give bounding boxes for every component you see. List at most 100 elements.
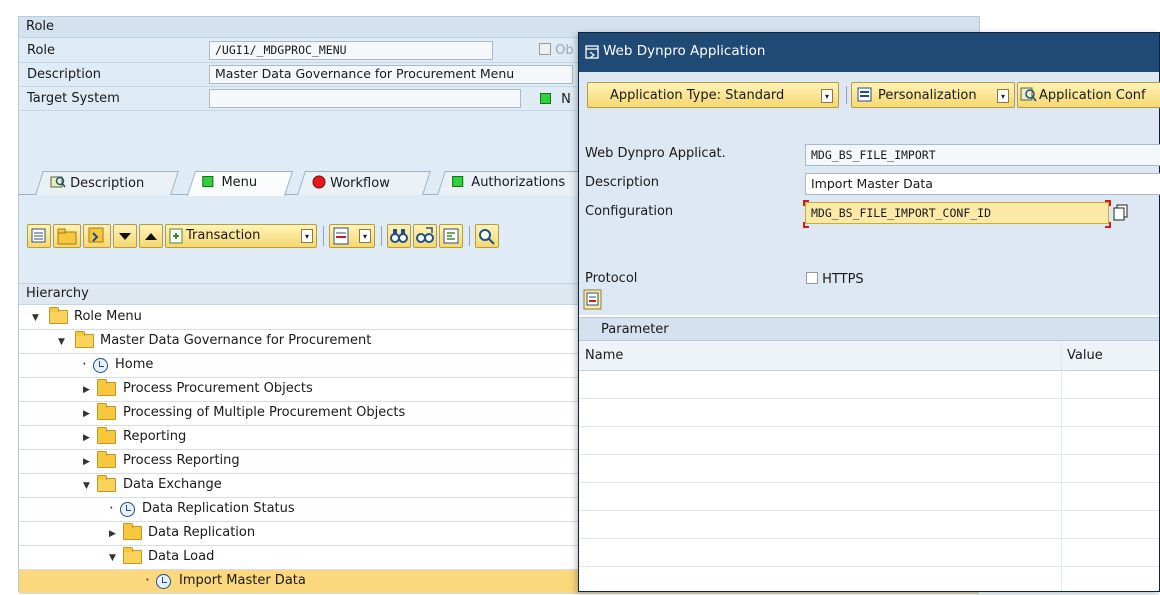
- collapsed-arrow-icon[interactable]: ▶: [83, 457, 90, 467]
- expanded-arrow-icon[interactable]: ▼: [109, 553, 116, 563]
- folder-icon: [97, 427, 116, 444]
- tree-node-label: Role Menu: [74, 309, 142, 324]
- magnifier-icon: [479, 229, 495, 245]
- application-clock-icon: [120, 502, 135, 517]
- tab-description[interactable]: Description: [35, 171, 179, 195]
- new-folder-button[interactable]: [53, 224, 81, 248]
- tree-node-label: Processing of Multiple Procurement Objec…: [123, 405, 406, 420]
- application-configuration-button[interactable]: Application Conf: [1017, 82, 1160, 108]
- table-row[interactable]: [579, 455, 1159, 483]
- tab-workflow[interactable]: Workflow: [297, 171, 431, 195]
- table-row[interactable]: [579, 483, 1159, 511]
- application-label: Web Dynpro Applicat.: [585, 146, 726, 161]
- personalization-dropdown-icon[interactable]: ▾: [997, 89, 1009, 103]
- find-next-icon: [416, 227, 434, 243]
- toolbar-separator: [381, 226, 382, 246]
- tab-menu-label: Menu: [221, 175, 258, 190]
- table-row[interactable]: [579, 371, 1159, 399]
- move-up-button[interactable]: [139, 224, 163, 248]
- table-row[interactable]: [579, 539, 1159, 567]
- tree-node-label: Data Load: [148, 549, 215, 564]
- table-row[interactable]: [579, 511, 1159, 539]
- triangle-down-icon: [119, 233, 131, 240]
- table-row[interactable]: [579, 567, 1159, 595]
- collapsed-arrow-icon[interactable]: ▶: [83, 409, 90, 419]
- value-column-header[interactable]: Value: [1067, 348, 1103, 363]
- personalization-button[interactable]: Personalization ▾: [851, 82, 1015, 108]
- leaf-bullet-icon: ·: [82, 355, 87, 373]
- table-row[interactable]: [579, 427, 1159, 455]
- configuration-field[interactable]: MDG_BS_FILE_IMPORT_CONF_ID: [805, 202, 1109, 224]
- dialog-description-field[interactable]: Import Master Data: [805, 173, 1160, 195]
- red-status-icon: [312, 175, 326, 189]
- collapsed-arrow-icon[interactable]: ▶: [83, 433, 90, 443]
- tree-settings-button[interactable]: [27, 224, 51, 248]
- tree-node-label: Data Replication: [148, 525, 256, 540]
- application-configuration-label: Application Conf: [1039, 88, 1146, 103]
- dialog-titlebar[interactable]: Web Dynpro Application: [579, 33, 1159, 72]
- copy-configuration-icon[interactable]: [1113, 204, 1128, 221]
- open-folder-icon: [49, 307, 68, 324]
- tree-node-label: Data Exchange: [123, 477, 222, 492]
- expanded-arrow-icon[interactable]: ▼: [32, 313, 39, 323]
- tab-authorizations[interactable]: Authorizations: [437, 171, 595, 195]
- parameter-column-headers: Name Value: [579, 341, 1159, 371]
- toolbar-separator: [469, 226, 470, 246]
- copy-folder-icon: [88, 227, 104, 243]
- tree-node-label: Master Data Governance for Procurement: [100, 333, 372, 348]
- name-column-header[interactable]: Name: [585, 348, 623, 363]
- toolbar-separator: [846, 86, 847, 104]
- required-marker: [1105, 222, 1111, 228]
- tree-node-label: Process Procurement Objects: [123, 381, 313, 396]
- collapsed-arrow-icon[interactable]: ▶: [109, 529, 116, 539]
- role-label: Role: [27, 43, 56, 58]
- application-type-button[interactable]: Application Type: Standard ▾: [587, 82, 839, 108]
- expand-subtree-icon: [443, 228, 459, 244]
- expanded-arrow-icon[interactable]: ▼: [58, 337, 65, 347]
- personalization-label: Personalization: [878, 88, 977, 103]
- dialog-description-row: Description Import Master Data: [579, 171, 1160, 195]
- expanded-arrow-icon[interactable]: ▼: [83, 481, 90, 491]
- green-status-icon: [540, 93, 551, 104]
- obsolete-checkbox-box[interactable]: [539, 43, 551, 55]
- status-indicator: N: [540, 92, 571, 107]
- binoculars-icon: [390, 229, 408, 243]
- delete-row-icon[interactable]: [583, 289, 603, 311]
- other-view-button[interactable]: [475, 224, 499, 248]
- collapsed-arrow-icon[interactable]: ▶: [83, 385, 90, 395]
- folder-icon: [97, 379, 116, 396]
- application-field[interactable]: MDG_BS_FILE_IMPORT: [805, 144, 1160, 166]
- tab-workflow-label: Workflow: [330, 176, 390, 191]
- transaction-button-label: Transaction: [186, 228, 261, 243]
- obsolete-checkbox-label: Ob: [555, 43, 574, 58]
- delete-node-button[interactable]: ▾: [329, 224, 375, 248]
- delete-dropdown-icon[interactable]: ▾: [359, 229, 371, 243]
- find-next-button[interactable]: [413, 224, 437, 248]
- description-field[interactable]: Master Data Governance for Procurement M…: [209, 65, 573, 84]
- description-icon: [50, 176, 66, 188]
- copy-menu-button[interactable]: [83, 224, 111, 248]
- table-row[interactable]: [579, 399, 1159, 427]
- move-down-button[interactable]: [113, 224, 137, 248]
- open-folder-icon: [123, 547, 142, 564]
- obsolete-checkbox[interactable]: Ob: [539, 43, 574, 58]
- transaction-dropdown-icon[interactable]: ▾: [301, 229, 313, 243]
- dialog-window-icon: [585, 45, 599, 59]
- role-field[interactable]: /UGI1/_MDGPROC_MENU: [209, 41, 493, 60]
- required-marker: [1105, 200, 1111, 206]
- triangle-up-icon: [145, 233, 157, 240]
- configuration-row: Configuration MDG_BS_FILE_IMPORT_CONF_ID: [579, 200, 1159, 228]
- https-checkbox-box[interactable]: [806, 272, 818, 284]
- transaction-button[interactable]: Transaction ▾: [165, 224, 317, 248]
- find-button[interactable]: [387, 224, 411, 248]
- configuration-label: Configuration: [585, 204, 674, 219]
- application-type-dropdown-icon[interactable]: ▾: [821, 89, 833, 103]
- parameter-header: Parameter: [579, 317, 1159, 341]
- tree-node-label: Data Replication Status: [142, 501, 295, 516]
- open-folder-icon: [97, 475, 116, 492]
- description-label: Description: [27, 67, 102, 82]
- expand-button[interactable]: [439, 224, 463, 248]
- tab-menu[interactable]: Menu: [186, 171, 294, 196]
- configuration-magnifier-icon: [1020, 87, 1037, 102]
- target-system-field[interactable]: [209, 89, 521, 108]
